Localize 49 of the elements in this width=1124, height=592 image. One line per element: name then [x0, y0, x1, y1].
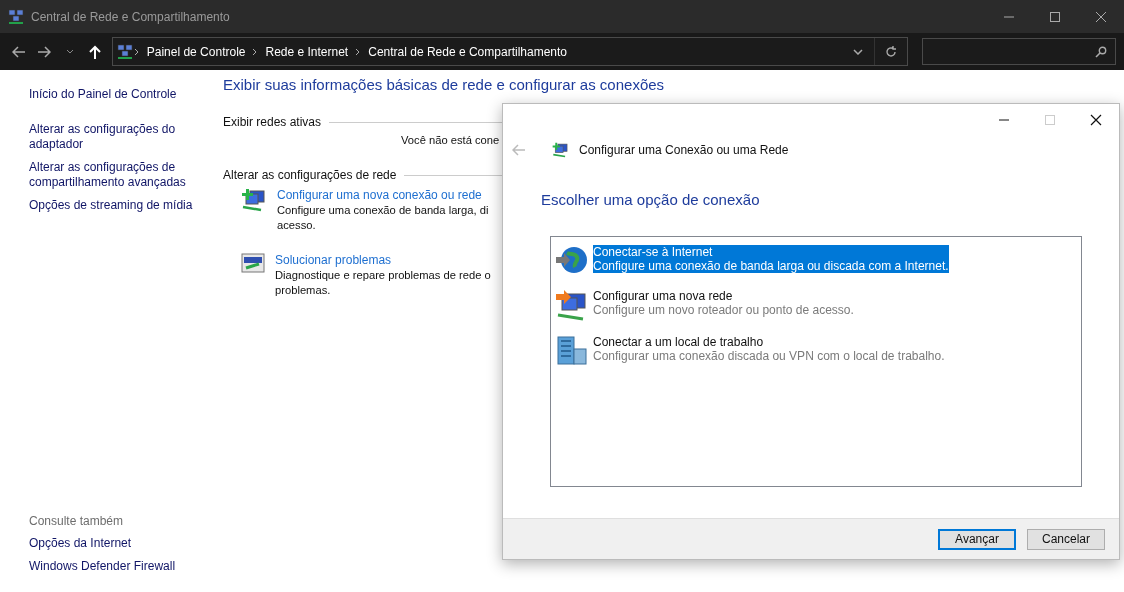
sidebar-link[interactable]: Alterar as configurações de compartilhamento avançadas — [29, 160, 223, 190]
close-icon[interactable] — [1096, 11, 1106, 22]
see-also-link[interactable]: Windows Defender Firewall — [29, 559, 223, 574]
status-message: Você não está cone — [401, 134, 500, 146]
network-icon — [8, 8, 24, 25]
task-link[interactable]: Configurar uma nova conexão ou rede — [277, 188, 489, 203]
network-setup-icon — [241, 188, 267, 212]
caret-icon[interactable] — [65, 48, 74, 55]
network-setup-icon — [552, 142, 569, 158]
globe-icon — [555, 245, 589, 275]
sidebar-link[interactable]: Início do Painel de Controle — [29, 87, 223, 102]
breadcrumb[interactable]: Rede e Internet — [259, 44, 355, 59]
task-description: problemas. — [275, 283, 331, 298]
task-description: Diagnostique e repare problemas de rede o — [275, 268, 491, 283]
dialog-title: Configurar uma Conexão ou uma Rede — [579, 143, 789, 157]
troubleshoot-icon — [241, 253, 265, 273]
dialog-button[interactable]: Avançar — [938, 528, 1016, 550]
address-bar[interactable]: Painel de Controle Rede e Internet Central de Rede e Compartilhamento — [111, 37, 908, 66]
see-also-link[interactable]: Opções da Internet — [29, 536, 223, 551]
network-icon — [116, 43, 133, 60]
window-title: Central de Rede e Compartilhamento — [31, 9, 231, 24]
connection-option[interactable]: Conectar-se à Internet Configure uma conexão de banda larga ou discada com a Internet. — [593, 245, 949, 273]
close-icon[interactable] — [1090, 113, 1102, 126]
see-also-heading: Consulte também — [29, 514, 125, 528]
search-icon — [1094, 45, 1107, 58]
breadcrumb[interactable]: Painel de Controle — [140, 44, 252, 59]
breadcrumb[interactable]: Central de Rede e Compartilhamento — [362, 44, 573, 59]
sidebar-link[interactable]: Opções de streaming de mídia — [29, 198, 223, 213]
task-description: acesso. — [277, 218, 316, 233]
maximize-icon[interactable] — [1050, 11, 1060, 22]
back-arrow-icon[interactable] — [11, 45, 26, 58]
chevron-icon — [132, 47, 141, 56]
sidebar-link[interactable]: Alterar as configurações do adaptador — [29, 122, 223, 152]
dialog-button[interactable]: Cancelar — [1027, 528, 1105, 550]
section-heading: Exibir redes ativas — [223, 115, 322, 129]
refresh-icon[interactable] — [884, 45, 897, 58]
building-icon — [555, 335, 589, 365]
connection-option[interactable]: Conectar a um local de trabalho Configurar uma conexão discada ou VPN com o local de trabalho. — [593, 335, 945, 363]
caret-icon[interactable] — [852, 48, 863, 55]
task-link[interactable]: Solucionar problemas — [275, 253, 491, 268]
forward-arrow-icon[interactable] — [37, 45, 52, 58]
search-field[interactable] — [921, 38, 1116, 65]
page-heading: Exibir suas informações básicas de rede e configurar as conexões — [223, 76, 666, 93]
network-icon — [555, 289, 589, 321]
task-description: Configure uma conexão de banda larga, di — [277, 203, 489, 218]
dialog-heading: Escolher uma opção de conexão — [541, 191, 761, 208]
connection-option[interactable]: Configurar uma nova rede Configure um novo roteador ou ponto de acesso. — [593, 289, 854, 317]
section-heading: Alterar as configurações de rede — [223, 168, 397, 182]
up-arrow-icon[interactable] — [89, 44, 102, 59]
